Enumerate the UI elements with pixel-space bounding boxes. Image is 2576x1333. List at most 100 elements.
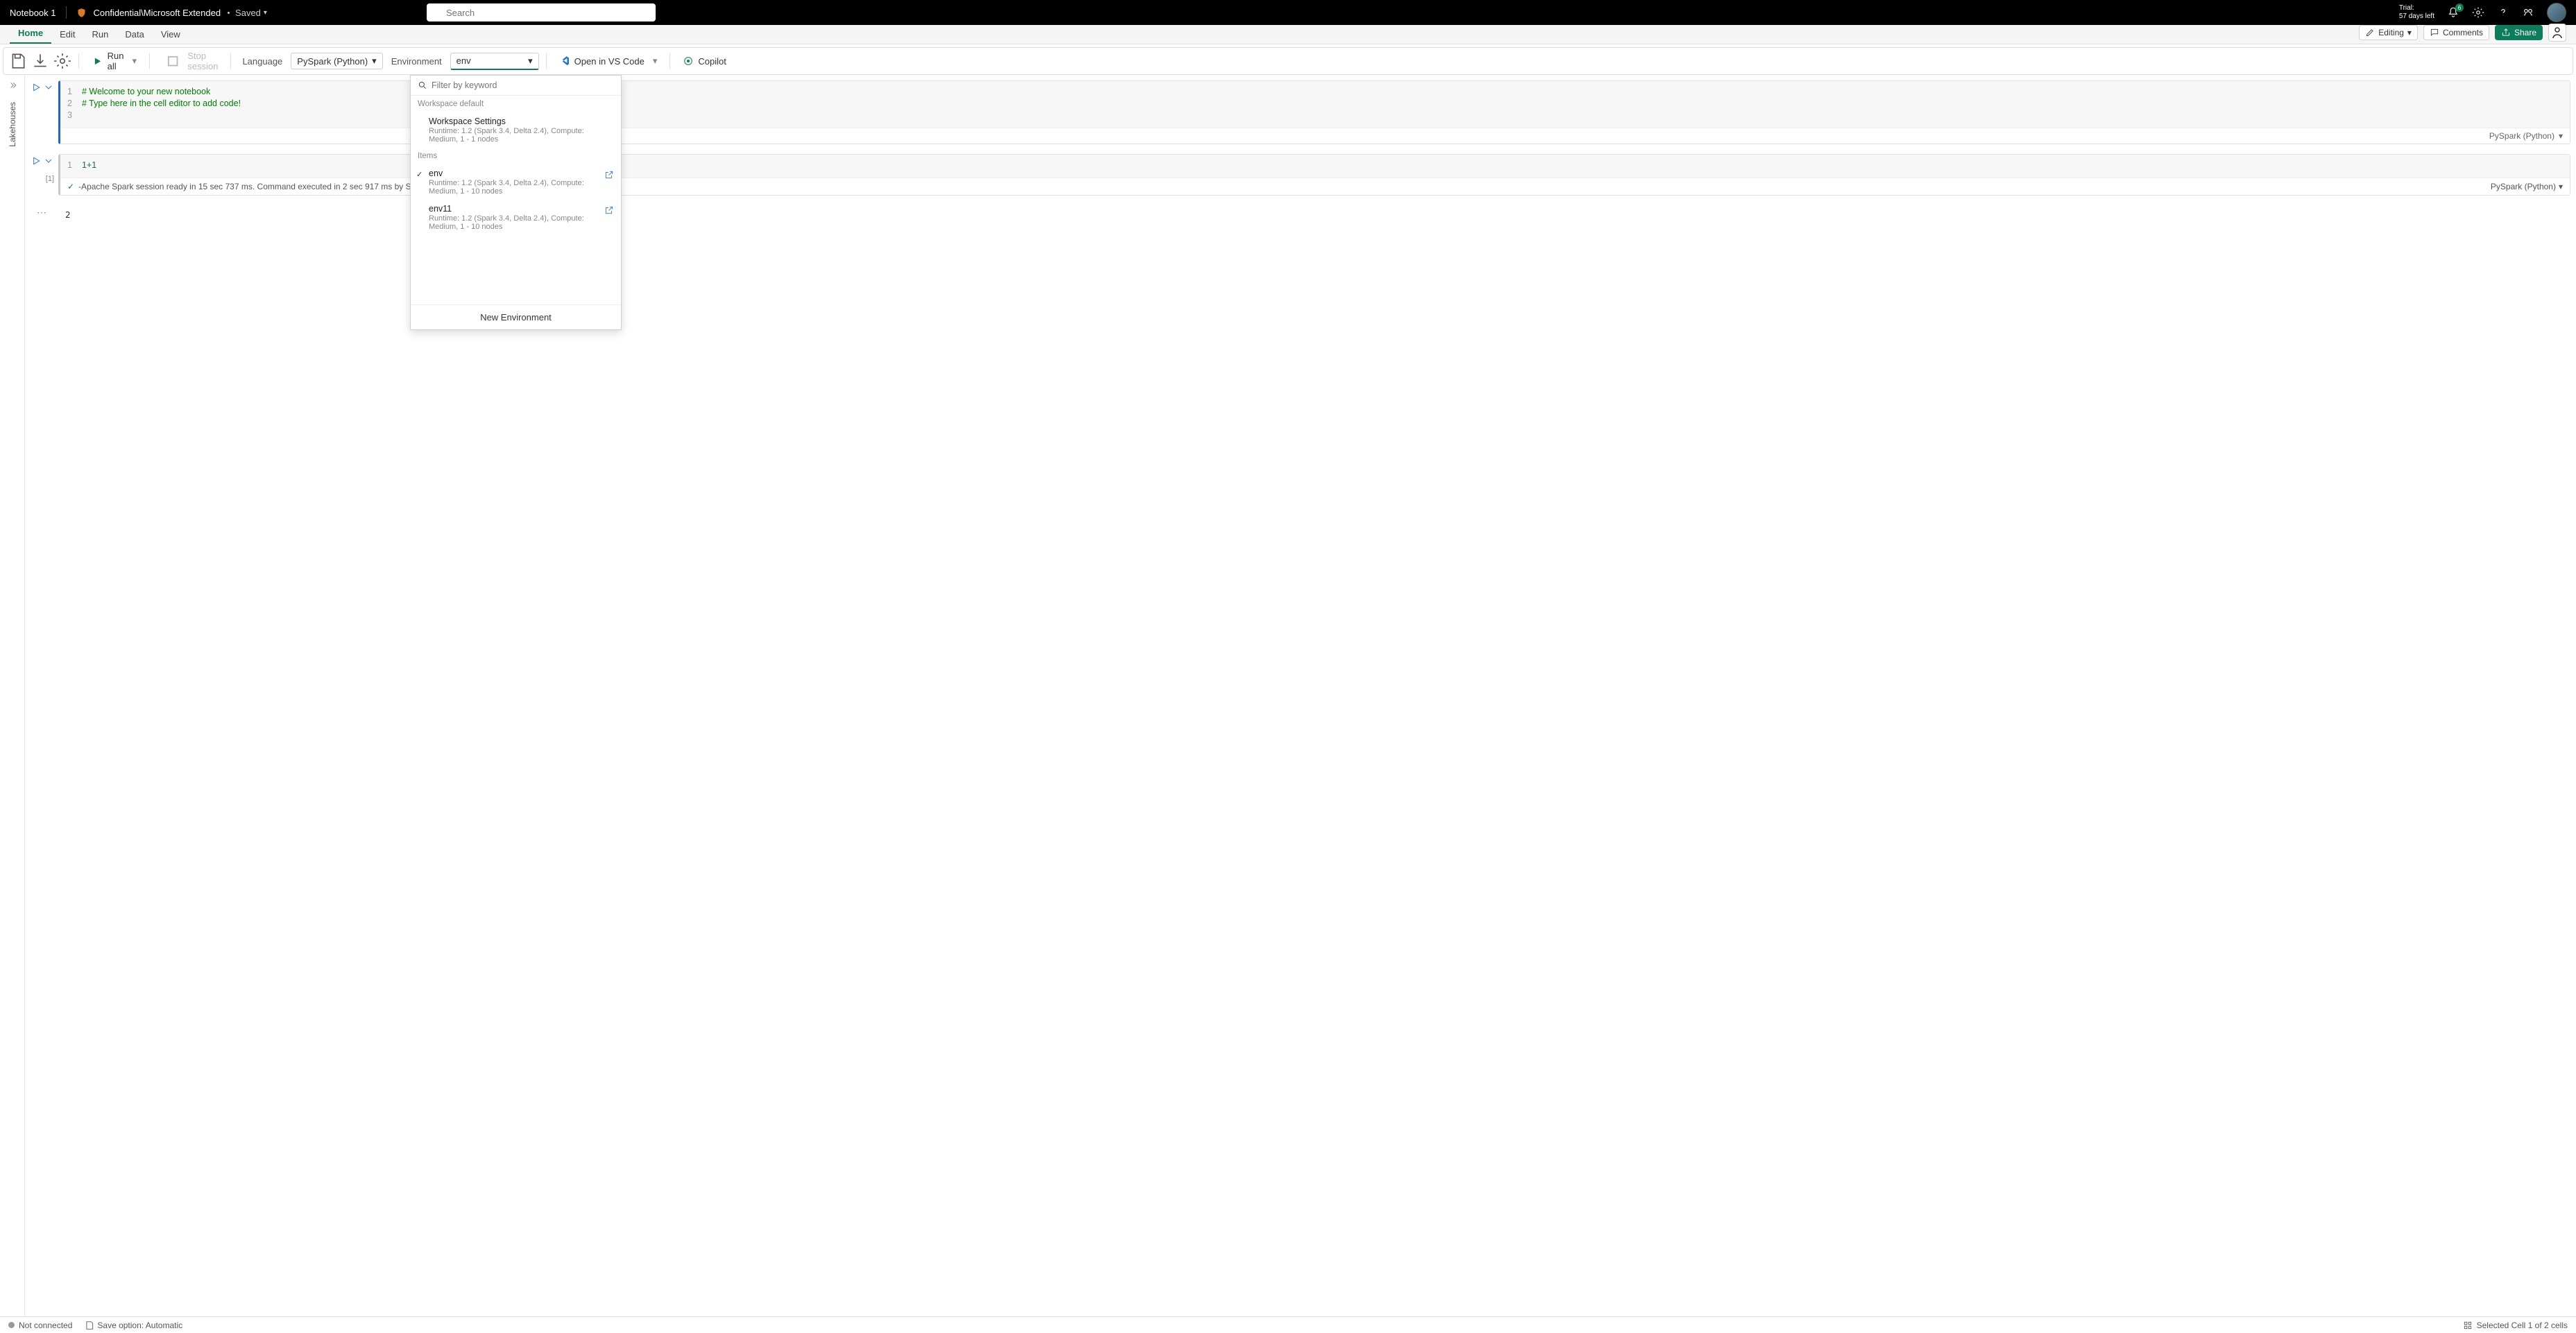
code-line: # Welcome to your new notebook xyxy=(82,87,241,98)
check-icon: ✓ xyxy=(67,182,74,191)
tab-run[interactable]: Run xyxy=(84,25,117,44)
env-item-name: env xyxy=(429,169,614,178)
trial-info[interactable]: Trial: 57 days left xyxy=(2399,4,2434,21)
notebook-title[interactable]: Notebook 1 xyxy=(10,8,56,18)
environment-dropdown[interactable]: env ▾ xyxy=(450,53,539,70)
saved-label: Saved xyxy=(235,8,261,18)
env-filter[interactable] xyxy=(411,76,621,96)
trial-line1: Trial: xyxy=(2399,4,2434,12)
connection-status[interactable]: Not connected xyxy=(19,1321,72,1330)
editing-label: Editing xyxy=(2378,28,2404,37)
tab-home[interactable]: Home xyxy=(10,24,51,44)
env-item-workspace-settings[interactable]: Workspace Settings Runtime: 1.2 (Spark 3… xyxy=(411,112,621,148)
env-section-default: Workspace default xyxy=(411,96,621,112)
feedback-icon[interactable] xyxy=(2522,6,2534,19)
search-icon xyxy=(432,8,442,17)
lakehouses-tab[interactable]: Lakehouses xyxy=(8,102,17,147)
env-item-name: Workspace Settings xyxy=(429,117,614,126)
language-label: Language xyxy=(238,56,287,67)
open-external-icon[interactable] xyxy=(604,205,614,215)
run-all-label: Run all xyxy=(108,51,124,71)
run-cell-icon[interactable] xyxy=(31,82,42,93)
tab-edit[interactable]: Edit xyxy=(51,25,83,44)
comments-button[interactable]: Comments xyxy=(2423,25,2489,40)
separator xyxy=(78,53,79,69)
save-option[interactable]: Save option: Automatic xyxy=(97,1321,182,1330)
open-vscode-button[interactable]: Open in VS Code ▾ xyxy=(554,53,663,69)
connection-dot-icon xyxy=(8,1322,15,1328)
line-numbers: 123 xyxy=(67,87,82,122)
stop-session-button[interactable]: Stop session xyxy=(157,48,223,74)
editing-mode-button[interactable]: Editing ▾ xyxy=(2359,25,2418,40)
code-lines: # Welcome to your new notebook # Type he… xyxy=(82,87,241,122)
gear-icon[interactable] xyxy=(53,52,71,70)
env-item-desc: Runtime: 1.2 (Spark 3.4, Delta 2.4), Com… xyxy=(429,214,614,231)
language-dropdown[interactable]: PySpark (Python) ▾ xyxy=(291,53,382,69)
share-button[interactable]: Share xyxy=(2495,25,2543,40)
run-all-button[interactable]: Run all ▾ xyxy=(86,48,142,74)
stop-session-label: Stop session xyxy=(187,51,218,71)
separator xyxy=(546,53,547,69)
expand-rail-icon[interactable] xyxy=(8,80,17,92)
save-icon[interactable] xyxy=(9,52,27,70)
settings-icon[interactable] xyxy=(2472,6,2484,19)
chevron-down-icon[interactable]: ▾ xyxy=(653,55,658,67)
avatar[interactable] xyxy=(2547,3,2566,22)
env-item-env[interactable]: ✓ env Runtime: 1.2 (Spark 3.4, Delta 2.4… xyxy=(411,164,621,200)
run-cell-icon[interactable] xyxy=(31,155,42,166)
tab-view[interactable]: View xyxy=(153,25,189,44)
separator xyxy=(669,53,670,69)
code-line: 1+1 xyxy=(82,160,96,172)
code-line: # Type here in the cell editor to add co… xyxy=(82,98,241,110)
chevron-down-icon: ▾ xyxy=(2407,28,2412,37)
help-icon[interactable] xyxy=(2497,6,2509,19)
copilot-icon xyxy=(683,55,694,67)
environment-label: Environment xyxy=(387,56,446,67)
toolbar: Run all ▾ Stop session Language PySpark … xyxy=(3,47,2573,75)
cell-menu-icon[interactable] xyxy=(43,82,54,93)
chevron-down-icon[interactable]: ▾ xyxy=(2559,131,2563,141)
cell-selection-status[interactable]: Selected Cell 1 of 2 cells xyxy=(2477,1321,2568,1330)
confidential-label[interactable]: Confidential\Microsoft Extended xyxy=(94,8,221,18)
copilot-button[interactable]: Copilot xyxy=(677,53,731,69)
side-rail: Lakehouses xyxy=(0,75,25,1316)
share-icon xyxy=(2501,28,2511,37)
env-item-desc: Runtime: 1.2 (Spark 3.4, Delta 2.4), Com… xyxy=(429,127,614,144)
code-cell-2: [1] 1 1+1 ✓ -Apache Spark session ready … xyxy=(25,154,2570,196)
open-vscode-label: Open in VS Code xyxy=(574,56,645,67)
search-input[interactable] xyxy=(446,8,650,18)
people-icon[interactable] xyxy=(2548,24,2566,42)
code-lines: 1+1 xyxy=(82,160,96,172)
tab-data[interactable]: Data xyxy=(117,25,152,44)
env-item-env11[interactable]: env11 Runtime: 1.2 (Spark 3.4, Delta 2.4… xyxy=(411,200,621,235)
comments-label: Comments xyxy=(2443,28,2483,37)
play-icon xyxy=(92,55,103,67)
search-box[interactable] xyxy=(427,3,656,22)
download-icon[interactable] xyxy=(31,52,49,70)
separator xyxy=(149,53,150,69)
chevron-down-icon[interactable]: ▾ xyxy=(132,55,137,67)
cell-language[interactable]: PySpark (Python) xyxy=(2489,131,2554,141)
exec-count: [1] xyxy=(46,175,54,183)
chevron-down-icon[interactable]: ▾ xyxy=(2559,182,2563,191)
shield-icon xyxy=(76,8,87,18)
cell-gutter xyxy=(25,80,58,144)
cell-output: 2 xyxy=(58,205,78,224)
saved-status[interactable]: Saved ▾ xyxy=(228,8,267,18)
workspace: Lakehouses M↓ ⋯ 123 xyxy=(0,75,2576,1316)
output-menu-icon[interactable]: ⋯ xyxy=(25,205,58,224)
copilot-label: Copilot xyxy=(698,56,726,67)
open-external-icon[interactable] xyxy=(604,170,614,180)
new-environment-button[interactable]: New Environment xyxy=(411,304,621,329)
cell-output-row: ⋯ 2 xyxy=(25,205,2570,224)
divider xyxy=(66,6,67,19)
top-header: Notebook 1 Confidential\Microsoft Extend… xyxy=(0,0,2576,25)
chevron-down-icon[interactable]: ▾ xyxy=(264,9,267,17)
trial-line2: 57 days left xyxy=(2399,12,2434,21)
cell-language[interactable]: PySpark (Python) xyxy=(2491,182,2556,191)
notifications-icon[interactable]: 6 xyxy=(2447,6,2459,19)
env-filter-input[interactable] xyxy=(432,80,614,90)
line-numbers: 1 xyxy=(67,160,82,172)
share-label: Share xyxy=(2514,28,2536,37)
cell-menu-icon[interactable] xyxy=(43,155,54,166)
